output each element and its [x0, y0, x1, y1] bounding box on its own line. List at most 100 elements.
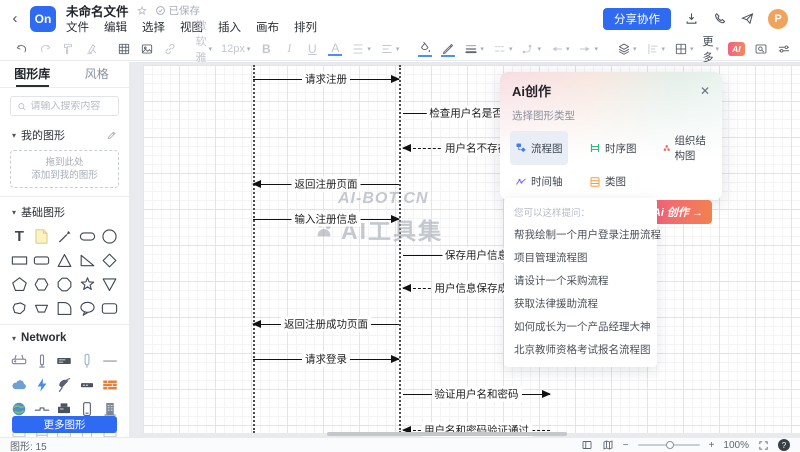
blob-shape-icon[interactable] — [8, 297, 31, 320]
suggestion-item[interactable]: 请设计一个采购流程 — [504, 269, 657, 292]
message-label[interactable]: 输入注册信息 — [292, 212, 361, 227]
insert-link-icon[interactable] — [158, 39, 181, 59]
app-logo[interactable]: On — [30, 6, 56, 32]
shape-search[interactable] — [10, 96, 119, 116]
basic-shapes-header[interactable]: ▾ 基础图形 — [0, 199, 129, 223]
modem-icon[interactable] — [76, 373, 99, 396]
message-label[interactable]: 请求注册 — [302, 72, 350, 87]
text-align-icon[interactable]: ▾ — [375, 39, 404, 59]
zoom-in-button[interactable]: + — [709, 440, 715, 451]
insert-image-icon[interactable] — [135, 39, 158, 59]
connector-type-icon[interactable]: ▾ — [517, 39, 546, 59]
favorite-star-icon[interactable] — [136, 5, 148, 17]
bold-button[interactable]: B — [255, 39, 278, 59]
menu-编辑[interactable]: 编辑 — [104, 19, 127, 35]
sidebar-tab-风格[interactable]: 风格 — [65, 62, 130, 87]
more-shapes-button[interactable]: 更多图形 — [12, 416, 117, 433]
zoom-level[interactable]: 100% — [723, 440, 749, 451]
rounded-rectangle-shape-icon[interactable] — [31, 249, 54, 272]
message-label[interactable]: 验证用户名和密码 — [432, 387, 522, 402]
avatar[interactable]: P — [768, 9, 788, 29]
horizontal-scrollbar[interactable] — [327, 432, 567, 436]
redo-icon[interactable] — [33, 39, 56, 59]
pen-line-shape-icon[interactable] — [53, 225, 76, 248]
line-height-icon[interactable]: ▾ — [347, 39, 376, 59]
edit-pencil-icon[interactable] — [106, 130, 117, 141]
diagram-type-流程图[interactable]: 流程图 — [510, 131, 568, 165]
message-label[interactable]: 请求登录 — [302, 352, 350, 367]
minimap-icon[interactable] — [602, 439, 614, 451]
font-color-button[interactable]: A — [324, 39, 347, 59]
zoom-out-button[interactable]: − — [623, 440, 629, 451]
stadium-shape-icon[interactable] — [76, 225, 99, 248]
find-replace-icon[interactable] — [749, 39, 772, 59]
stroke-color-icon[interactable] — [437, 39, 460, 59]
table-grid-icon[interactable]: ▾ — [670, 39, 699, 59]
align-objects-icon[interactable]: ▾ — [641, 39, 670, 59]
diamond-shape-icon[interactable] — [98, 249, 121, 272]
menu-文件[interactable]: 文件 — [66, 19, 89, 35]
download-icon[interactable] — [684, 11, 699, 26]
message-label[interactable]: 返回注册成功页面 — [281, 317, 371, 332]
rack-server-icon[interactable] — [53, 349, 76, 372]
italic-button[interactable]: I — [278, 39, 301, 59]
diagram-type-类图[interactable]: 类图 — [584, 172, 631, 191]
font-family-select-button[interactable]: 微软雅黑▾ — [191, 39, 217, 59]
fullscreen-icon[interactable] — [758, 440, 769, 451]
menu-画布[interactable]: 画布 — [256, 19, 279, 35]
note-shape-icon[interactable] — [31, 225, 54, 248]
search-input[interactable] — [30, 101, 112, 112]
cable-icon[interactable] — [98, 349, 121, 372]
more-menu-button[interactable]: 更多▾ — [698, 39, 724, 59]
sidebar-tab-图形库[interactable]: 图形库 — [0, 62, 65, 87]
undo-icon[interactable] — [10, 39, 33, 59]
pentagon-shape-icon[interactable] — [8, 273, 31, 296]
clear-format-icon[interactable] — [79, 39, 102, 59]
network-header[interactable]: ▾ Network — [0, 327, 129, 347]
phone-icon[interactable] — [712, 11, 727, 26]
preferences-icon[interactable] — [772, 39, 795, 59]
trapezoid-shape-icon[interactable] — [31, 297, 54, 320]
message-label[interactable]: 返回注册页面 — [292, 177, 361, 192]
page-panel-icon[interactable] — [581, 439, 593, 451]
firewall-icon[interactable] — [98, 373, 121, 396]
teardrop-shape-icon[interactable] — [53, 297, 76, 320]
antenna-icon[interactable] — [76, 349, 99, 372]
line-dash-icon[interactable]: ▾ — [488, 39, 517, 59]
underline-button[interactable]: U — [301, 39, 324, 59]
speech-bubble-shape-icon[interactable] — [76, 297, 99, 320]
text-shape-icon[interactable]: T — [8, 225, 31, 248]
help-button[interactable]: ? — [778, 439, 790, 451]
star-shape-icon[interactable] — [76, 273, 99, 296]
menu-选择[interactable]: 选择 — [142, 19, 165, 35]
my-shapes-dropzone[interactable]: 拖到此处 添加到我的图形 — [10, 150, 119, 188]
font-size-select-button[interactable]: 12px▾ — [217, 39, 255, 59]
lifeline-user[interactable] — [253, 65, 255, 433]
fill-color-icon[interactable] — [414, 39, 437, 59]
signal-tower-icon[interactable] — [31, 349, 54, 372]
satellite-dish-icon[interactable] — [53, 373, 76, 396]
rectangle-shape-icon[interactable] — [8, 249, 31, 272]
diagram-type-组织结构图[interactable]: 组织结构图 — [658, 131, 712, 165]
back-button[interactable]: ‹ — [0, 10, 30, 27]
octagon-shape-icon[interactable] — [53, 273, 76, 296]
suggestion-item[interactable]: 帮我绘制一个用户登录注册流程 — [504, 223, 657, 246]
document-title[interactable]: 未命名文件 — [66, 1, 129, 20]
wireless-router-icon[interactable] — [8, 349, 31, 372]
suggestion-item[interactable]: 获取法律援助流程 — [504, 292, 657, 315]
close-icon[interactable]: ✕ — [700, 85, 710, 97]
send-icon[interactable] — [740, 11, 755, 26]
right-triangle-shape-icon[interactable] — [76, 249, 99, 272]
ai-assistant-button[interactable]: AI — [724, 39, 750, 59]
lightning-icon[interactable] — [31, 373, 54, 396]
menu-插入[interactable]: 插入 — [218, 19, 241, 35]
zoom-slider-knob[interactable] — [666, 441, 674, 449]
my-shapes-header[interactable]: ▾ 我的图形 — [0, 122, 129, 146]
suggestion-item[interactable]: 如何成长为一个产品经理大神 — [504, 315, 657, 338]
diagram-type-时序图[interactable]: 时序图 — [584, 131, 642, 165]
share-collab-button[interactable]: 分享协作 — [603, 8, 671, 30]
line-weight-icon[interactable]: ▾ — [460, 39, 489, 59]
suggestion-item[interactable]: 北京教师资格考试报名流程图 — [504, 338, 657, 361]
menu-排列[interactable]: 排列 — [294, 19, 317, 35]
message-label[interactable]: 保存用户信息 — [442, 248, 511, 263]
